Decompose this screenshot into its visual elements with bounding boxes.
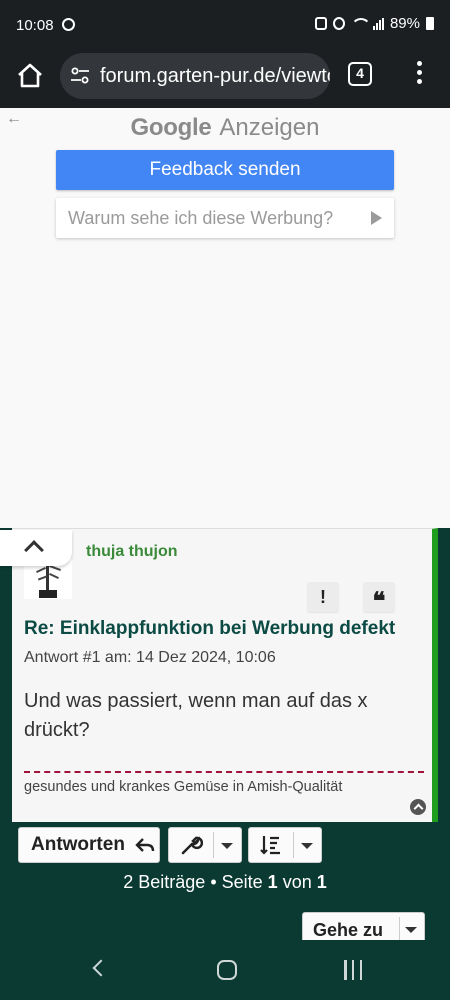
ad-brand-label: Google Anzeigen: [0, 114, 450, 142]
status-time: 10:08: [16, 17, 54, 34]
address-bar[interactable]: forum.garten-pur.de/viewtopic: [60, 53, 330, 99]
status-sync-icon: [62, 18, 75, 31]
post-signature: gesundes und krankes Gemüse in Amish-Qua…: [24, 779, 343, 795]
overflow-menu-icon[interactable]: [414, 61, 424, 87]
quote-button[interactable]: ❝: [363, 582, 395, 615]
report-button[interactable]: !: [307, 582, 339, 612]
chevron-down-icon: [221, 843, 233, 849]
wifi-icon: [350, 17, 371, 30]
current-page: 1: [267, 872, 278, 892]
signal-icon: [372, 17, 384, 30]
nav-back-icon[interactable]: [92, 959, 110, 977]
ad-collapse-button[interactable]: [0, 530, 72, 566]
sort-icon: [260, 836, 280, 855]
post-body: Und was passiert, wenn man auf das x drü…: [24, 690, 368, 741]
ad-feedback-panel: ← Google Anzeigen Feedback senden Warum s…: [0, 108, 450, 528]
reply-arrow-icon: [135, 838, 155, 852]
topic-tools-button[interactable]: [168, 827, 242, 863]
chevron-up-icon: [24, 540, 44, 560]
why-this-ad-button[interactable]: Warum sehe ich diese Werbung?: [56, 198, 394, 238]
adchoices-icon: [371, 211, 382, 225]
wrench-icon: [181, 836, 203, 855]
pagination-of: von: [277, 872, 317, 892]
nav-home-icon[interactable]: [217, 960, 237, 980]
pagination-sep: • Seite: [205, 872, 268, 892]
signature-divider: [24, 771, 424, 773]
post-meta: Antwort #1 am: 14 Dez 2024, 10:06: [24, 649, 276, 666]
post-title[interactable]: Re: Einklappfunktion bei Werbung defekt: [24, 618, 395, 640]
scroll-to-top-icon[interactable]: [410, 799, 426, 815]
google-logo: Google: [130, 114, 212, 141]
nav-recents-icon[interactable]: [344, 960, 362, 980]
system-nav-bar: [0, 940, 450, 1000]
jump-to-label: Gehe zu: [313, 920, 384, 940]
why-this-ad-label: Warum sehe ich diese Werbung?: [68, 208, 334, 228]
reply-button[interactable]: Antworten: [18, 827, 160, 863]
chevron-down-icon: [301, 843, 313, 849]
battery-percent: 89%: [389, 15, 420, 32]
chevron-down-icon: [405, 927, 417, 933]
tab-switcher-button[interactable]: 4: [348, 62, 372, 86]
url-text: forum.garten-pur.de/viewtopic: [100, 65, 330, 87]
lock-icon: [314, 17, 327, 30]
ads-label: Anzeigen: [219, 114, 320, 141]
post-author[interactable]: thuja thujon: [86, 543, 178, 561]
total-pages: 1: [316, 872, 327, 892]
send-feedback-button[interactable]: Feedback senden: [56, 150, 394, 190]
site-settings-icon[interactable]: [70, 67, 90, 85]
status-icons: 89%: [314, 15, 434, 32]
status-bar: 10:08 89%: [0, 0, 450, 50]
forum-post: thuja thujon ! ❝ Re: Einklappfunktion be…: [12, 528, 438, 822]
browser-toolbar: forum.garten-pur.de/viewtopic 4: [0, 50, 450, 108]
reply-label: Antworten: [31, 834, 125, 855]
sort-options-button[interactable]: [248, 827, 322, 863]
alarm-icon: [332, 17, 345, 30]
pagination-info: 2 Beiträge • Seite 1 von 1: [0, 872, 450, 893]
post-count: 2 Beiträge: [123, 872, 206, 892]
home-icon[interactable]: [14, 60, 46, 92]
battery-icon: [426, 17, 434, 30]
